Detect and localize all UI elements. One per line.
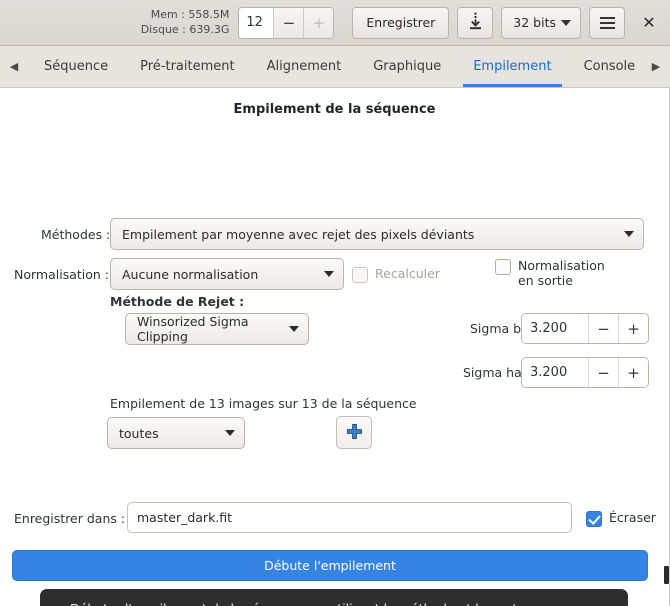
thread-count-stepper[interactable]: 12 − + <box>238 6 335 39</box>
add-filter-button[interactable] <box>336 416 372 449</box>
siril-stacking-window: Mem : 558.5M Disque : 639.3G 12 − + Enre… <box>0 0 670 606</box>
close-window-button[interactable]: ✕ <box>638 12 660 34</box>
bit-depth-dropdown[interactable]: 32 bits <box>501 6 581 39</box>
rejection-method-dropdown[interactable]: Winsorized Sigma Clipping <box>125 313 309 345</box>
download-icon <box>467 12 484 33</box>
save-in-label: Enregistrer dans : <box>14 511 126 526</box>
recalculate-label: Recalculer <box>375 266 440 281</box>
sigma-low-stepper[interactable]: 3.200 − + <box>521 313 649 344</box>
checkbox-box-icon <box>495 259 511 275</box>
panel-resize-handle[interactable] <box>664 566 669 584</box>
tab-list: Séquence Pré-traitement Alignement Graph… <box>28 46 642 87</box>
image-filter-dropdown[interactable]: toutes <box>107 417 245 449</box>
output-filename-input[interactable]: master_dark.fit <box>127 502 572 533</box>
chevron-down-icon <box>324 271 334 277</box>
tab-bar: ◀ Séquence Pré-traitement Alignement Gra… <box>0 46 670 88</box>
chevron-down-icon <box>561 19 571 26</box>
export-button[interactable] <box>457 6 494 39</box>
stacking-panel: Empilement de la séquence Méthodes : Emp… <box>0 88 670 606</box>
bit-depth-label: 32 bits <box>513 15 556 30</box>
normalization-selected-value: Aucune normalisation <box>122 266 259 282</box>
rejection-method-selected-value: Winsorized Sigma Clipping <box>137 314 249 344</box>
sigma-low-increment-button[interactable]: + <box>618 314 648 343</box>
chevron-down-icon <box>289 326 299 332</box>
checkbox-box-icon <box>352 267 368 283</box>
hamburger-menu-icon <box>599 16 615 29</box>
tooltip-line-1: Débuter l'empilement de la séquence en u… <box>70 600 613 606</box>
tab-sequence[interactable]: Séquence <box>28 46 124 87</box>
tab-alignement[interactable]: Alignement <box>251 46 358 87</box>
sigma-high-decrement-button[interactable]: − <box>588 358 618 387</box>
thread-count-decrement-button[interactable]: − <box>273 7 304 38</box>
save-button[interactable]: Enregistrer <box>352 6 450 39</box>
sigma-high-value[interactable]: 3.200 <box>522 358 588 387</box>
tabs-scroll-left-arrow[interactable]: ◀ <box>0 46 28 87</box>
overwrite-label: Écraser <box>609 510 656 525</box>
output-normalization-checkbox[interactable]: Normalisation en sortie <box>495 258 620 289</box>
sigma-high-increment-button[interactable]: + <box>618 358 648 387</box>
recalculate-checkbox[interactable]: Recalculer <box>352 266 440 283</box>
page-title: Empilement de la séquence <box>233 102 436 117</box>
main-menu-button[interactable] <box>589 6 625 39</box>
sigma-high-stepper[interactable]: 3.200 − + <box>521 357 649 388</box>
methods-selected-value: Empilement par moyenne avec rejet des pi… <box>122 226 475 242</box>
rejection-method-label: Méthode de Rejet : <box>110 294 245 309</box>
sigma-low-value[interactable]: 3.200 <box>522 314 588 343</box>
thread-count-increment-button[interactable]: + <box>303 7 334 38</box>
chevron-down-icon <box>225 430 235 436</box>
normalization-dropdown[interactable]: Aucune normalisation <box>110 258 344 290</box>
start-stacking-tooltip: Débuter l'empilement de la séquence en u… <box>40 589 628 606</box>
output-normalization-label-line1: Normalisation <box>518 258 605 273</box>
output-normalization-label-line2: en sortie <box>518 273 573 289</box>
plus-icon <box>346 423 363 443</box>
methods-label: Méthodes : <box>41 227 111 242</box>
header-bar: Mem : 558.5M Disque : 639.3G 12 − + Enre… <box>0 0 670 46</box>
start-stacking-button[interactable]: Débute l'empilement <box>12 550 648 581</box>
methods-dropdown[interactable]: Empilement par moyenne avec rejet des pi… <box>110 218 644 250</box>
disk-usage-label: Disque : 639.3G <box>140 22 230 36</box>
image-filter-selected-value: toutes <box>119 425 159 441</box>
output-normalization-label: Normalisation en sortie <box>518 258 605 289</box>
tab-console[interactable]: Console <box>568 46 642 87</box>
checkbox-checked-icon <box>586 511 602 527</box>
chevron-down-icon <box>624 231 634 237</box>
memory-usage-label: Mem : 558.5M <box>150 7 230 21</box>
tab-graphique[interactable]: Graphique <box>357 46 457 87</box>
resource-stats: Mem : 558.5M Disque : 639.3G <box>141 8 230 37</box>
tabs-scroll-right-arrow[interactable]: ▶ <box>642 46 670 87</box>
sigma-low-decrement-button[interactable]: − <box>588 314 618 343</box>
thread-count-value[interactable]: 12 <box>239 7 274 38</box>
tab-pretraitement[interactable]: Pré-traitement <box>124 46 250 87</box>
image-count-info: Empilement de 13 images sur 13 de la séq… <box>110 396 417 411</box>
normalization-label: Normalisation : <box>14 267 110 282</box>
overwrite-checkbox[interactable]: Écraser <box>586 510 656 527</box>
tab-empilement[interactable]: Empilement <box>457 46 567 87</box>
